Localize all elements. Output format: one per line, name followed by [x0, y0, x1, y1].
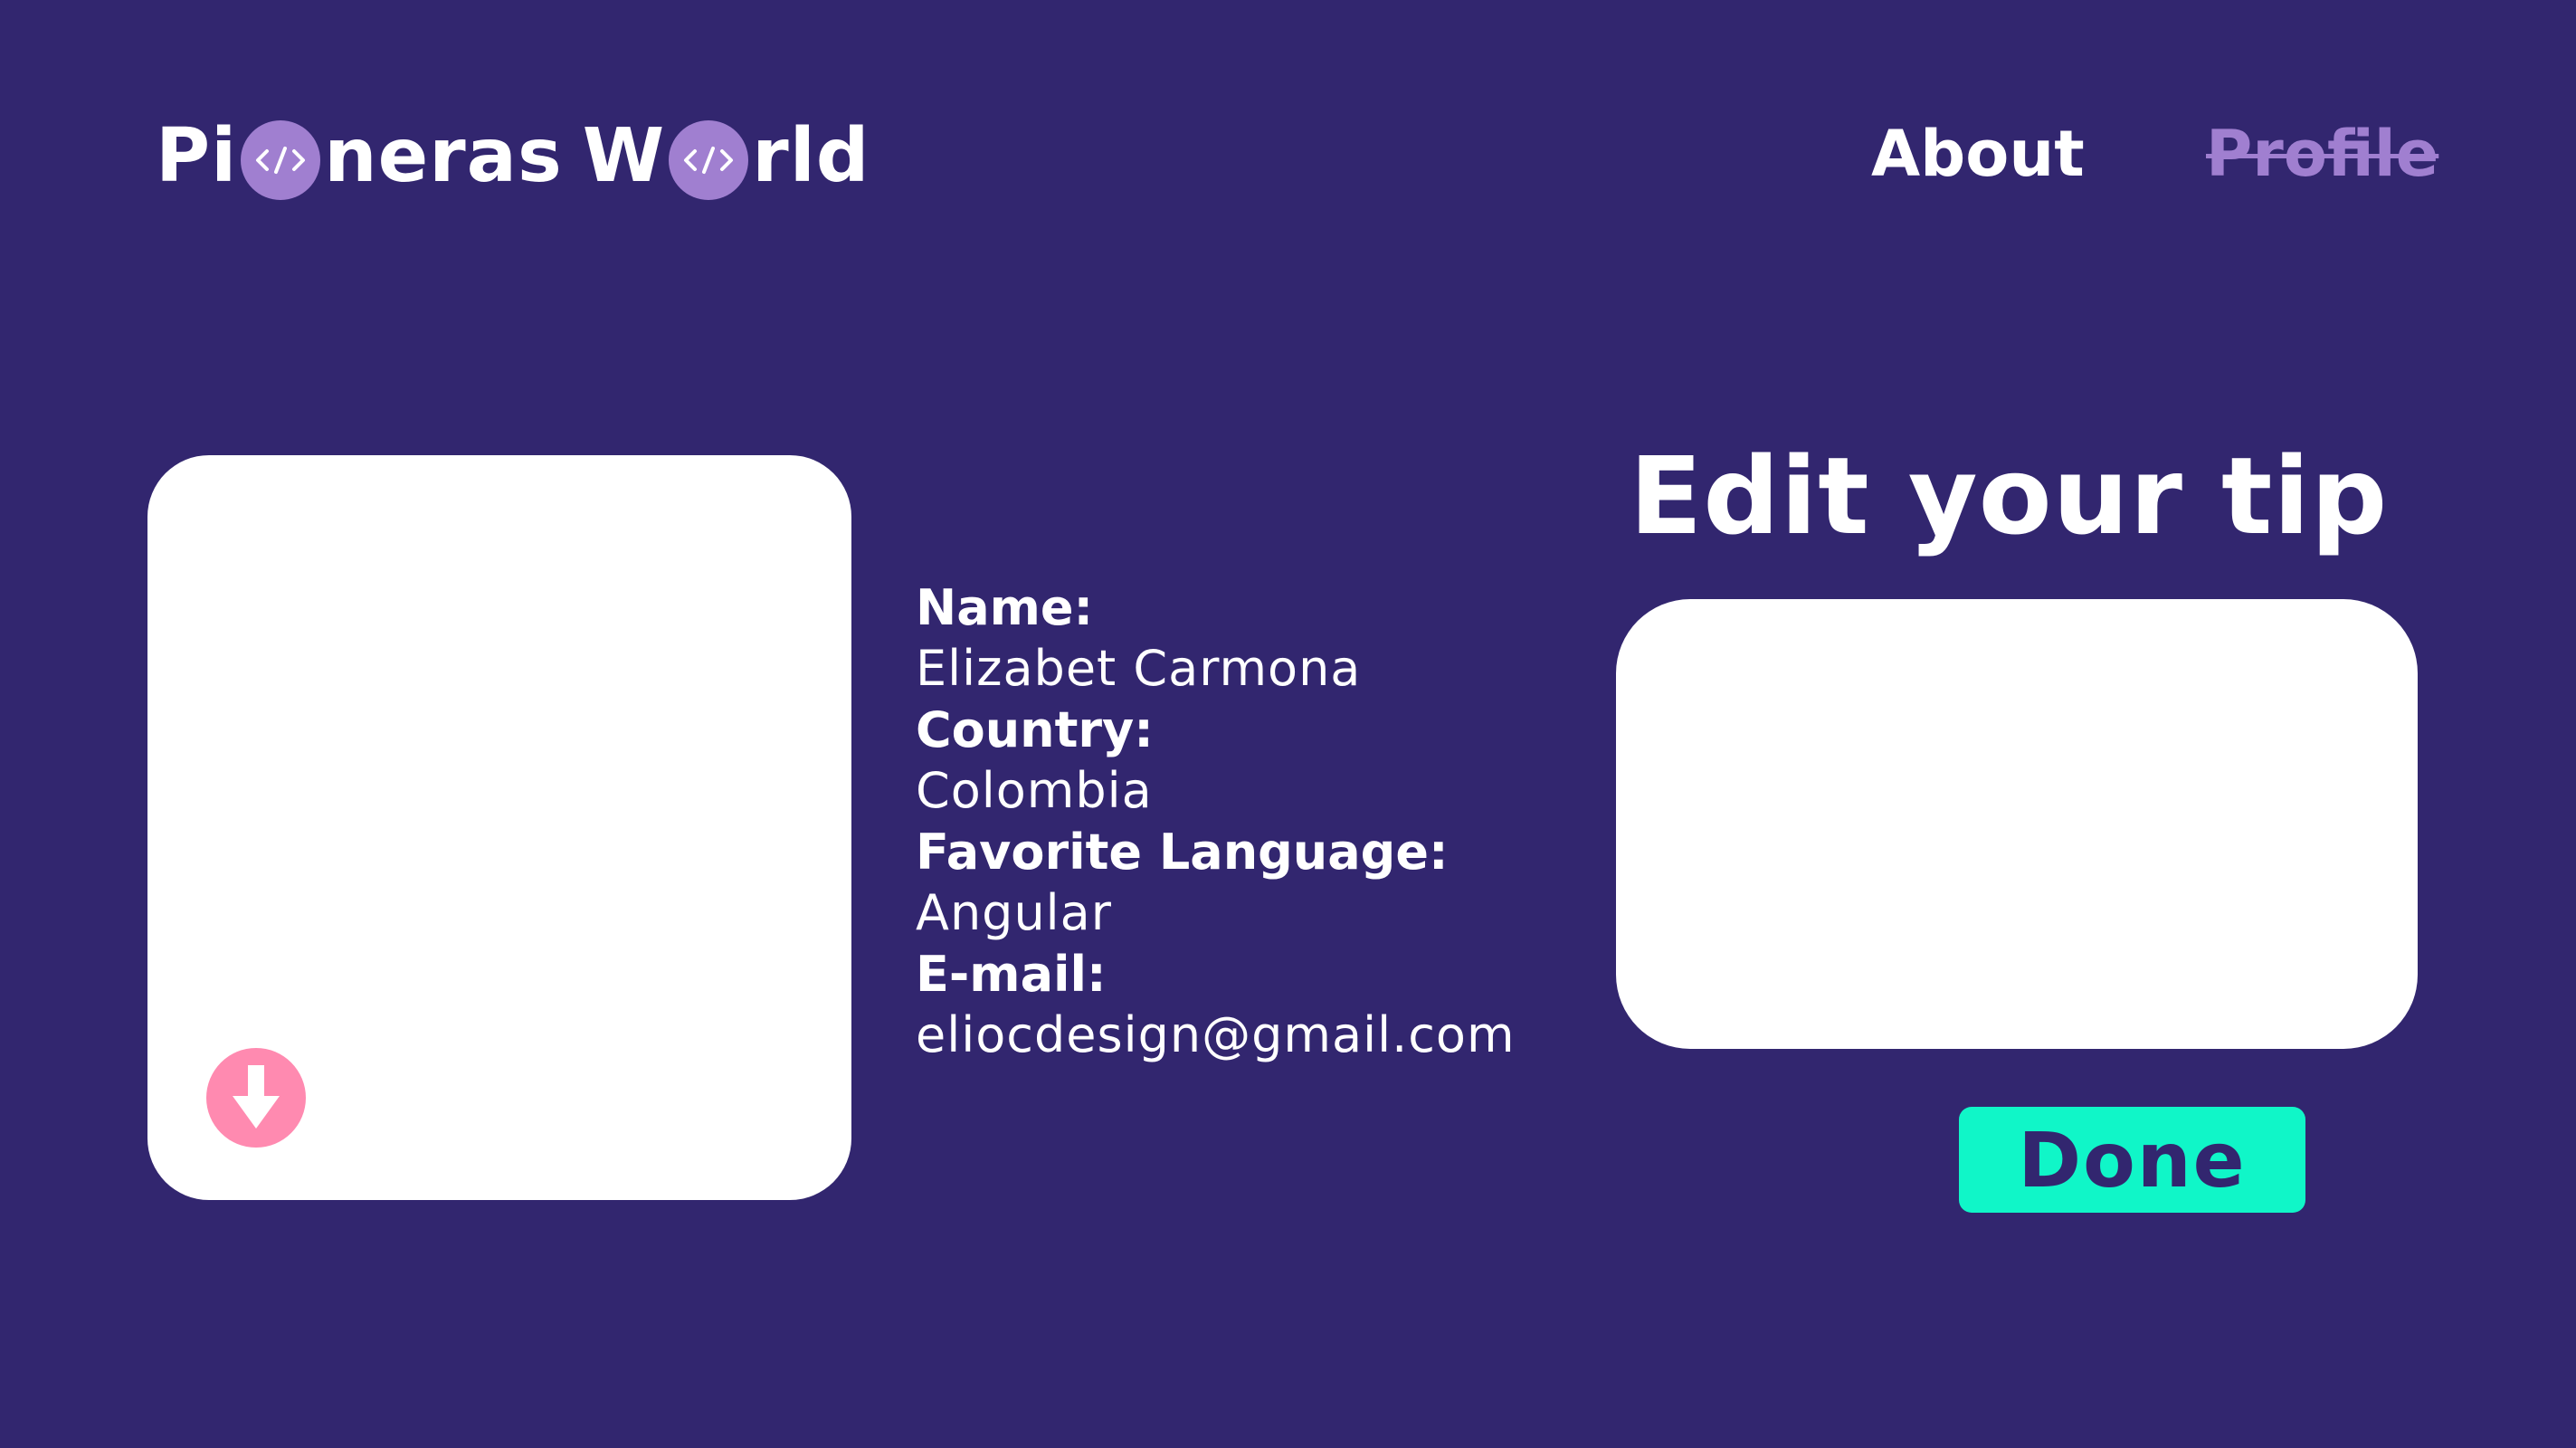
profile-photo-card: [147, 455, 851, 1200]
logo-text-pi: Pi: [156, 113, 238, 199]
favorite-language-label: Favorite Language:: [916, 824, 1449, 881]
logo-text-rld: rld: [752, 113, 870, 199]
nav-link-about[interactable]: About: [1871, 119, 2085, 188]
done-button[interactable]: Done: [1959, 1107, 2305, 1213]
edit-tip-heading: Edit your tip: [1629, 433, 2389, 558]
favorite-language-value: Angular: [916, 884, 1112, 941]
email-label: E-mail:: [916, 946, 1107, 1003]
logo-text-w: W: [582, 113, 666, 199]
name-label: Name:: [916, 579, 1094, 636]
name-value: Elizabet Carmona: [916, 640, 1362, 697]
arrow-down-icon: [233, 1065, 280, 1129]
country-value: Colombia: [916, 762, 1153, 819]
nav-link-profile[interactable]: Profile: [2206, 119, 2438, 188]
code-brackets-icon: [669, 120, 749, 200]
profile-details: Name: Elizabet Carmona Country: Colombia…: [916, 577, 1603, 1066]
done-button-label: Done: [2018, 1115, 2247, 1205]
site-logo[interactable]: Pi neras W rld: [156, 107, 870, 206]
country-label: Country:: [916, 701, 1154, 758]
code-brackets-icon: [241, 120, 321, 200]
logo-text-neras: neras: [324, 113, 563, 199]
download-photo-button[interactable]: [206, 1048, 306, 1148]
email-value: eliocdesign@gmail.com: [916, 1006, 1516, 1063]
tip-text-input[interactable]: [1616, 599, 2418, 1049]
